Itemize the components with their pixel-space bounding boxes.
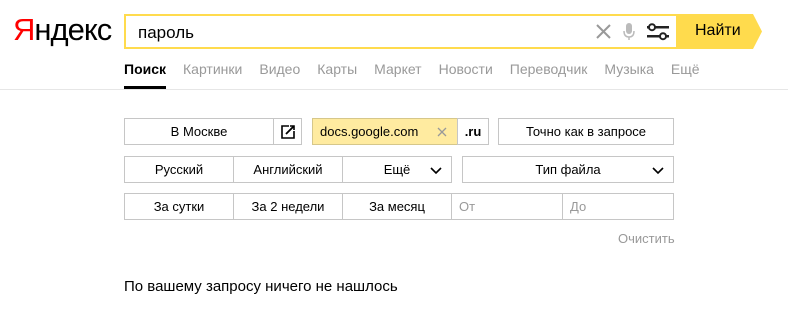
exact-match-button[interactable]: Точно как в запросе: [498, 118, 674, 145]
domain-label: .ru: [464, 124, 482, 139]
edit-icon: [280, 124, 295, 139]
tab-market[interactable]: Маркет: [374, 60, 421, 90]
logo-rest: ндекс: [34, 12, 112, 47]
tab-news[interactable]: Новости: [439, 60, 493, 90]
lang-english-button[interactable]: Английский: [233, 156, 343, 183]
header-divider: [0, 89, 788, 90]
lang-more-dropdown[interactable]: Ещё: [342, 156, 452, 183]
clear-search-icon[interactable]: [593, 20, 615, 44]
period-month-label: За месяц: [369, 199, 425, 214]
lang-russian-label: Русский: [154, 162, 204, 177]
tab-images[interactable]: Картинки: [183, 60, 242, 90]
microphone-icon[interactable]: [622, 20, 636, 44]
site-filter-label: docs.google.com: [320, 124, 419, 139]
tab-video[interactable]: Видео: [259, 60, 300, 90]
period-two-weeks-button[interactable]: За 2 недели: [233, 193, 343, 220]
exact-match-label: Точно как в запросе: [525, 124, 647, 139]
tab-translator[interactable]: Переводчик: [510, 60, 588, 90]
search-tabs: Поиск Картинки Видео Карты Маркет Новост…: [124, 60, 717, 90]
search-box[interactable]: пароль: [124, 14, 676, 49]
tab-maps[interactable]: Карты: [317, 60, 357, 90]
filter-settings-icon[interactable]: [646, 20, 670, 44]
period-day-button[interactable]: За сутки: [124, 193, 234, 220]
site-filter-chip[interactable]: docs.google.com: [312, 118, 458, 145]
date-from-input[interactable]: От: [451, 193, 563, 220]
region-button[interactable]: В Москве: [124, 118, 274, 145]
remove-site-filter-icon[interactable]: [437, 127, 447, 137]
chevron-down-icon: [652, 167, 664, 175]
tab-music[interactable]: Музыка: [604, 60, 654, 90]
lang-english-label: Английский: [253, 162, 323, 177]
edit-region-button[interactable]: [273, 118, 302, 145]
find-button[interactable]: Найти: [676, 14, 762, 49]
filetype-dropdown[interactable]: Тип файла: [462, 156, 674, 183]
search-input[interactable]: пароль: [138, 22, 194, 44]
region-label: В Москве: [170, 124, 228, 139]
date-to-input[interactable]: До: [562, 193, 674, 220]
lang-more-label: Ещё: [383, 162, 411, 177]
date-from-placeholder: От: [459, 199, 476, 214]
period-two-weeks-label: За 2 недели: [251, 199, 325, 214]
tab-more[interactable]: Ещё: [671, 60, 700, 90]
domain-button[interactable]: .ru: [457, 118, 489, 145]
tab-search[interactable]: Поиск: [124, 60, 167, 90]
chevron-down-icon: [430, 167, 442, 175]
filetype-label: Тип файла: [535, 162, 601, 177]
period-month-button[interactable]: За месяц: [342, 193, 452, 220]
find-button-label: Найти: [695, 22, 741, 39]
clear-filters-link[interactable]: Очистить: [618, 231, 675, 246]
period-day-label: За сутки: [153, 199, 205, 214]
yandex-logo[interactable]: Яндекс: [13, 12, 112, 48]
no-results-message: По вашему запросу ничего не нашлось: [124, 278, 398, 295]
lang-russian-button[interactable]: Русский: [124, 156, 234, 183]
logo-first-letter: Я: [13, 12, 35, 47]
date-to-placeholder: До: [570, 199, 587, 214]
